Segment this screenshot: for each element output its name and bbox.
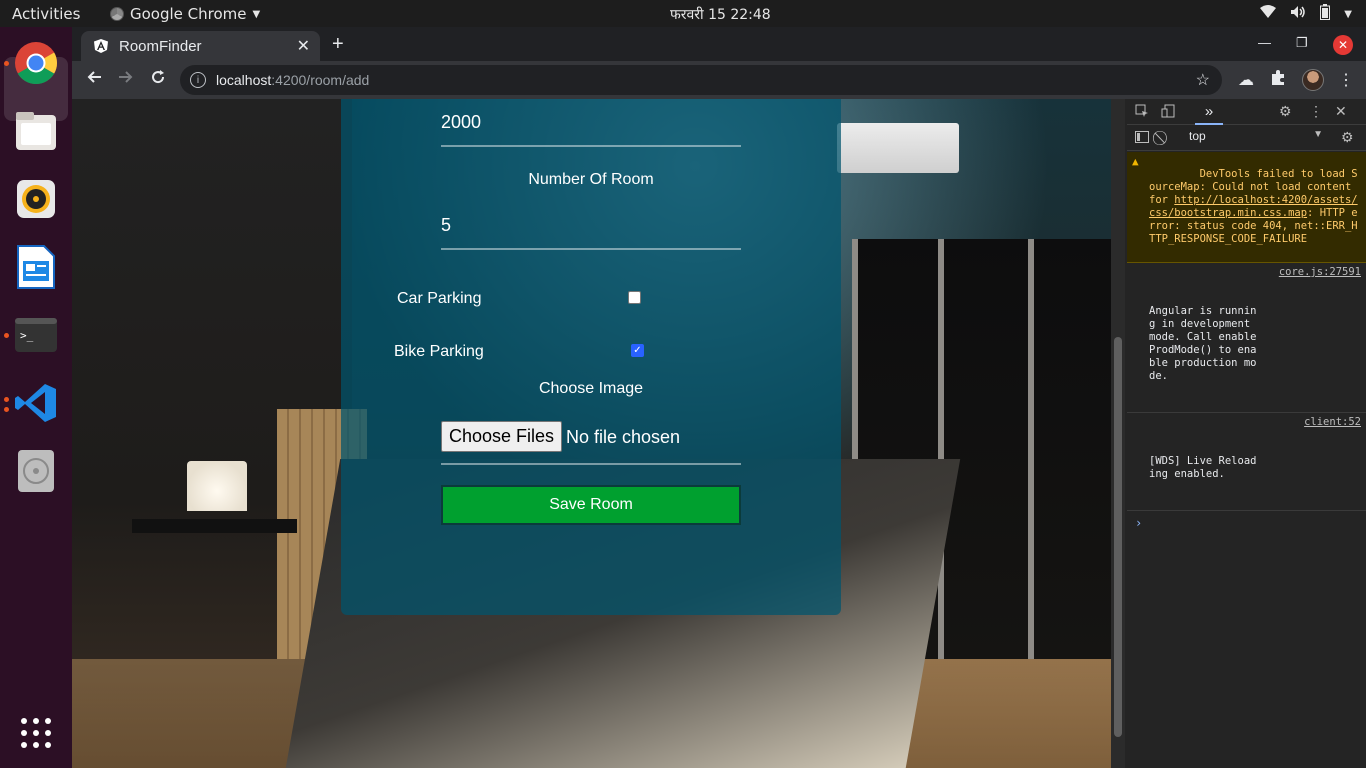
console-filter-bar: ⃠ top ▼ ⚙ xyxy=(1127,125,1366,151)
tab-strip: RoomFinder ✕ + — ❐ ✕ xyxy=(72,27,1366,61)
app-menu-label: Google Chrome xyxy=(130,5,247,23)
car-parking-label: Car Parking xyxy=(397,290,482,307)
system-menu-caret-icon: ▼ xyxy=(1344,8,1352,20)
console-warning: ▲ DevTools failed to load SourceMap: Coul… xyxy=(1127,152,1366,263)
writer-icon[interactable] xyxy=(14,245,58,289)
volume-icon xyxy=(1290,5,1306,23)
console-log: client:52 [WDS] Live Reloading enabled. xyxy=(1127,413,1366,511)
console-messages: ▲ DevTools failed to load SourceMap: Coul… xyxy=(1127,152,1366,533)
choose-files-button[interactable]: Choose Files xyxy=(441,421,563,452)
url-path: :4200/room/add xyxy=(271,72,370,88)
battery-icon xyxy=(1320,4,1331,24)
devtools-toolbar: » ⚙ ⋮ ✕ xyxy=(1127,99,1366,125)
devtools-panel: » ⚙ ⋮ ✕ ⃠ top ▼ ⚙ ▲DevTools failed to lo… xyxy=(1111,99,1366,768)
log-text: Angular is running in development mode. … xyxy=(1149,305,1257,382)
app-menu[interactable]: Google Chrome ▼ xyxy=(110,5,260,23)
window-close-icon[interactable]: ✕ xyxy=(1333,35,1353,55)
clock[interactable]: फरवरी 15 22:48 xyxy=(670,5,771,24)
console-log: core.js:27591 Angular is running in deve… xyxy=(1127,263,1366,413)
rooms-input[interactable]: 5 xyxy=(441,215,741,236)
background-lamp xyxy=(187,461,247,511)
inspect-element-icon[interactable] xyxy=(1135,104,1149,121)
tab-title: RoomFinder xyxy=(119,37,202,55)
file-status: No file chosen xyxy=(566,427,681,447)
rhythmbox-icon[interactable] xyxy=(14,177,58,221)
terminal-icon[interactable]: >_ xyxy=(14,313,58,357)
extensions-puzzle-icon[interactable] xyxy=(1270,70,1286,91)
console-prompt-row[interactable]: › xyxy=(1127,511,1366,533)
minimize-icon[interactable]: — xyxy=(1258,35,1271,50)
back-icon[interactable] xyxy=(86,69,102,90)
warning-icon: ▲ xyxy=(1132,155,1139,168)
ubuntu-dock: >_ xyxy=(0,27,72,768)
console-prompt-icon: › xyxy=(1135,516,1143,530)
running-indicator xyxy=(4,61,9,66)
devtools-menu-icon[interactable]: ⋮ xyxy=(1309,103,1323,120)
chrome-mini-icon xyxy=(110,7,124,21)
rooms-label: Number Of Room xyxy=(528,171,654,188)
console-settings-gear-icon[interactable]: ⚙ xyxy=(1341,129,1354,146)
price-input-underline xyxy=(441,145,741,147)
running-indicator xyxy=(4,333,9,338)
profile-avatar[interactable] xyxy=(1302,69,1324,91)
system-top-bar: Activities Google Chrome ▼ फरवरी 15 22:4… xyxy=(0,0,1366,27)
files-icon[interactable] xyxy=(14,109,58,153)
caret-down-icon: ▼ xyxy=(1313,129,1323,140)
new-tab-button[interactable]: + xyxy=(332,33,344,56)
log-text: [WDS] Live Reloading enabled. xyxy=(1149,455,1257,480)
browser-toolbar: i localhost:4200/room/add ☆ ☁ ⋮ xyxy=(72,61,1366,99)
angular-favicon-icon xyxy=(93,38,109,54)
disc-icon[interactable] xyxy=(14,449,58,493)
device-toolbar-icon[interactable] xyxy=(1161,104,1175,121)
save-room-button[interactable]: Save Room xyxy=(441,485,741,525)
caret-down-icon: ▼ xyxy=(252,8,261,20)
site-info-icon[interactable]: i xyxy=(190,72,206,88)
context-value: top xyxy=(1189,129,1206,143)
reload-icon[interactable] xyxy=(150,69,166,90)
devtools-close-icon[interactable]: ✕ xyxy=(1335,103,1347,120)
address-bar[interactable]: i localhost:4200/room/add ☆ xyxy=(180,65,1222,95)
wifi-icon xyxy=(1260,5,1277,23)
chrome-window: RoomFinder ✕ + — ❐ ✕ i localhost:4200/ro… xyxy=(72,27,1366,768)
car-parking-checkbox[interactable] xyxy=(628,291,641,304)
forward-icon[interactable] xyxy=(118,69,134,90)
image-label: Choose Image xyxy=(538,380,644,397)
running-indicator xyxy=(4,397,9,402)
price-input[interactable]: 2000 xyxy=(441,112,741,133)
scrollbar-thumb[interactable] xyxy=(1114,337,1122,737)
chrome-icon[interactable] xyxy=(14,41,58,85)
svg-text:>_: >_ xyxy=(20,329,34,342)
background-side-table xyxy=(132,519,297,729)
log-source-link[interactable]: client:52 xyxy=(1304,416,1361,429)
tab-close-icon[interactable]: ✕ xyxy=(297,36,310,56)
bike-parking-label: Bike Parking xyxy=(394,343,484,360)
bookmark-star-icon[interactable]: ☆ xyxy=(1196,70,1210,90)
file-input-underline xyxy=(441,463,741,465)
log-source-link[interactable]: core.js:27591 xyxy=(1279,266,1361,279)
tab-roomfinder[interactable]: RoomFinder ✕ xyxy=(81,31,320,61)
settings-gear-icon[interactable]: ⚙ xyxy=(1279,103,1292,120)
chrome-menu-icon[interactable]: ⋮ xyxy=(1338,70,1354,90)
context-select[interactable]: top ▼ xyxy=(1189,129,1327,147)
sidebar-toggle-icon[interactable] xyxy=(1135,130,1149,146)
more-tabs-icon[interactable]: » xyxy=(1195,103,1223,125)
extension-cloud-icon[interactable]: ☁ xyxy=(1238,70,1254,90)
system-tray[interactable]: ▼ xyxy=(1260,4,1352,24)
background-ac-unit xyxy=(837,123,959,173)
app-grid-icon[interactable] xyxy=(14,711,58,755)
bike-parking-checkbox[interactable]: ✓ xyxy=(631,344,644,357)
activities-button[interactable]: Activities xyxy=(12,5,80,23)
restore-icon[interactable]: ❐ xyxy=(1296,35,1308,51)
add-room-form: 2000 Number Of Room 5 Car Parking Bike P… xyxy=(341,99,841,615)
vscode-icon[interactable] xyxy=(14,381,58,425)
running-indicator xyxy=(4,407,9,412)
rooms-input-underline xyxy=(441,248,741,250)
page-scrollbar[interactable] xyxy=(1111,99,1125,768)
page-viewport: 2000 Number Of Room 5 Car Parking Bike P… xyxy=(72,99,1111,768)
url-host: localhost xyxy=(216,72,272,88)
